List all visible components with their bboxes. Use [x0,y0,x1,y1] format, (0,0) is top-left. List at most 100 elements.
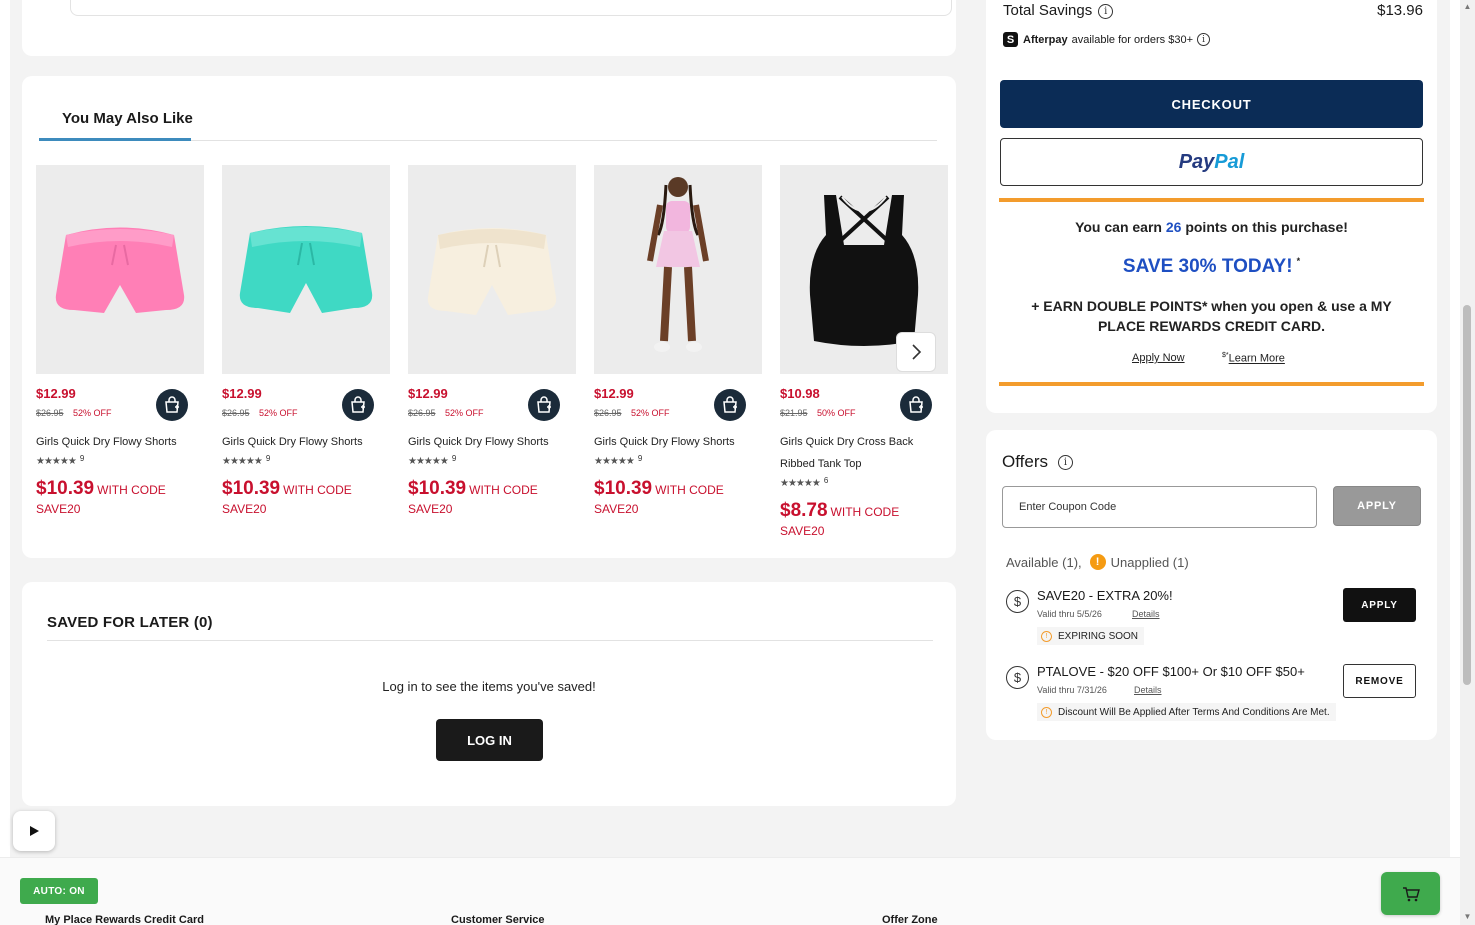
total-savings-value: $13.96 [1377,2,1423,19]
saved-for-later-title: SAVED FOR LATER (0) [47,614,213,631]
play-button[interactable] [13,811,55,851]
cart-icon [1402,886,1420,901]
info-icon[interactable]: i [1197,33,1211,46]
coupon-details-link[interactable]: Details [1132,609,1160,619]
shorts-image [239,226,373,313]
learn-more-link[interactable]: $*Learn More [1222,352,1285,365]
coupon-code-input[interactable] [1002,486,1317,528]
bag-plus-icon [165,396,179,413]
product-name[interactable]: Girls Quick Dry Flowy Shorts [36,431,196,453]
bag-plus-icon [351,396,365,413]
review-count: 9 [637,454,643,463]
apply-offer-button[interactable]: APPLY [1343,588,1416,622]
login-prompt: Log in to see the items you've saved! [382,679,596,694]
review-count: 9 [451,454,457,463]
dollar-coupon-icon: $ [1006,590,1029,613]
add-to-bag-button[interactable] [156,389,188,421]
offers-title: Offers i [1002,452,1073,472]
bag-plus-icon [537,396,551,413]
play-icon [30,826,39,836]
cart-widget-button[interactable] [1381,872,1440,915]
scrollbar-thumb[interactable] [1463,305,1471,685]
apply-now-link[interactable]: Apply Now [1132,352,1185,364]
product-name[interactable]: Girls Quick Dry Cross Back Ribbed Tank T… [780,431,940,475]
star-rating: ★★★★★ 9 [594,454,643,467]
promo-code: SAVE20 [780,524,825,538]
promo-code: SAVE20 [222,502,267,516]
original-price: $26.95 [408,408,436,418]
chevron-right-icon [912,344,922,360]
product-price: $12.99 [408,386,448,401]
tab-you-may-also-like[interactable]: You May Also Like [50,110,205,127]
info-icon[interactable]: i [1098,3,1114,19]
product-name[interactable]: Girls Quick Dry Flowy Shorts [594,431,754,453]
dollar-coupon-icon: $ [1006,666,1029,689]
sale-price: $10.39 WITH CODE [222,478,352,499]
earn-points-message: You can earn 26 points on this purchase! [1075,219,1348,235]
product-price: $10.98 [780,386,820,401]
active-tab-indicator [39,138,191,141]
footer-link-credit-card[interactable]: My Place Rewards Credit Card [45,914,204,925]
remove-offer-button[interactable]: REMOVE [1343,664,1416,698]
footer-link-offer-zone[interactable]: Offer Zone [882,914,938,925]
product-price: $12.99 [594,386,634,401]
promo-code: SAVE20 [36,502,81,516]
coupon-availability: Available (1), ! Unapplied (1) [1006,554,1189,570]
apply-coupon-button[interactable]: APPLY [1333,486,1421,526]
product-card[interactable]: $12.99 $26.95 52% OFF Girls Quick Dry Fl… [594,165,762,516]
star-rating: ★★★★★ 9 [222,454,271,467]
cart-item-box [70,0,952,16]
girl-model-image [647,177,709,352]
product-image[interactable] [222,165,390,374]
product-image[interactable] [36,165,204,374]
coupon-details-link[interactable]: Details [1134,685,1162,695]
paypal-button[interactable]: Pay Pal [1000,138,1423,186]
add-to-bag-button[interactable] [900,389,932,421]
original-price: $26.95 [222,408,250,418]
shorts-image [55,227,185,313]
product-card[interactable]: $12.99 $26.95 52% OFF Girls Quick Dry Fl… [222,165,390,516]
alert-icon: ! [1041,630,1052,642]
promo-code: SAVE20 [594,502,639,516]
product-image[interactable] [594,165,762,374]
auto-toggle-badge[interactable]: AUTO: ON [20,878,98,904]
product-name[interactable]: Girls Quick Dry Flowy Shorts [408,431,568,453]
log-in-button[interactable]: LOG IN [436,719,543,761]
star-rating: ★★★★★ 9 [408,454,457,467]
coupon-name: PTALOVE - $20 OFF $100+ Or $10 OFF $50+ [1037,664,1305,679]
scroll-up-arrow-icon[interactable]: ▲ [1463,2,1472,11]
add-to-bag-button[interactable] [528,389,560,421]
product-image[interactable] [408,165,576,374]
afterpay-logo-icon: S [1003,32,1018,47]
discount-label: 52% OFF [259,408,298,418]
carousel-next-button[interactable] [896,332,936,372]
product-card[interactable]: $12.99 $26.95 52% OFF Girls Quick Dry Fl… [408,165,576,516]
add-to-bag-button[interactable] [342,389,374,421]
add-to-bag-button[interactable] [714,389,746,421]
review-count: 9 [265,454,271,463]
save-30-headline: SAVE 30% TODAY! * [1122,256,1301,277]
section-divider [47,640,933,641]
checkout-button[interactable]: CHECKOUT [1000,80,1423,128]
discount-label: 52% OFF [445,408,484,418]
scroll-down-arrow-icon[interactable]: ▼ [1463,912,1472,921]
discount-label: 52% OFF [73,408,112,418]
coupon-validity: Valid thru 5/5/26 [1037,609,1102,619]
sale-price: $10.39 WITH CODE [408,478,538,499]
recommendations-card: You May Also Like $12.99 $26.95 52% OFF … [22,76,956,558]
cart-items-card [22,0,956,56]
product-card[interactable]: $12.99 $26.95 52% OFF Girls Quick Dry Fl… [36,165,204,516]
discount-label: 52% OFF [631,408,670,418]
product-price: $12.99 [222,386,262,401]
alert-icon: ! [1041,706,1052,718]
bag-plus-icon [723,396,737,413]
discount-label: 50% OFF [817,408,856,418]
product-name[interactable]: Girls Quick Dry Flowy Shorts [222,431,382,453]
footer-link-customer-service[interactable]: Customer Service [451,914,545,925]
info-icon[interactable]: i [1057,455,1073,471]
review-count: 6 [823,476,829,485]
shorts-image [427,228,557,315]
product-price: $12.99 [36,386,76,401]
original-price: $21.95 [780,408,808,418]
sale-price: $10.39 WITH CODE [594,478,724,499]
